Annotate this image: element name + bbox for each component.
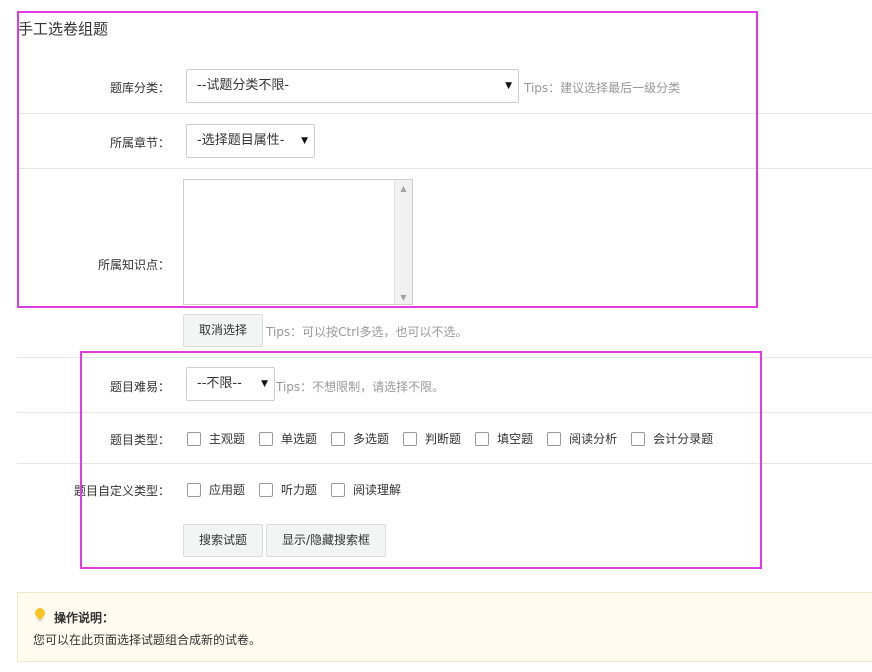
row-divider [17, 463, 872, 464]
dropdown-arrow-icon: ▼ [261, 379, 268, 389]
question-type-option[interactable]: 主观题 [187, 430, 259, 447]
question-type-option[interactable]: 多选题 [331, 430, 403, 447]
row-divider [17, 357, 872, 358]
chapter-label: 所属章节： [109, 136, 170, 150]
question-type-option[interactable]: 会计分录题 [631, 430, 727, 447]
chapter-select-value: -选择题目属性- [197, 133, 285, 148]
custom-type-option[interactable]: 阅读理解 [331, 481, 415, 498]
checkbox[interactable] [331, 431, 346, 446]
question-type-option[interactable]: 填空题 [475, 430, 547, 447]
toggle-search-button[interactable]: 显示/隐藏搜索框 [266, 524, 386, 557]
difficulty-label: 题目难易： [109, 380, 170, 394]
custom-type-group: 应用题 听力题 阅读理解 [187, 481, 415, 498]
dropdown-arrow-icon: ▼ [505, 81, 512, 91]
scroll-up-icon[interactable]: ▲ [395, 184, 412, 193]
clear-tips: Tips：可以按Ctrl多选，也可以不选。 [266, 325, 468, 339]
category-select-value: --试题分类不限- [197, 78, 290, 93]
checkbox[interactable] [547, 431, 562, 446]
checkbox[interactable] [259, 431, 274, 446]
knowledge-scrollbar[interactable]: ▲ ▼ [394, 180, 412, 304]
checkbox[interactable] [187, 482, 201, 497]
row-divider [17, 412, 872, 413]
difficulty-tips: Tips：不想限制，请选择不限。 [276, 380, 445, 394]
difficulty-select-value: --不限-- [197, 376, 242, 391]
clear-selection-button[interactable]: 取消选择 [183, 314, 263, 347]
knowledge-listbox[interactable]: ▲ ▼ [183, 179, 413, 305]
question-type-option[interactable]: 单选题 [259, 430, 331, 447]
lightbulb-icon [35, 608, 45, 622]
question-type-option[interactable]: 阅读分析 [547, 430, 631, 447]
checkbox[interactable] [187, 431, 201, 446]
knowledge-label: 所属知识点： [97, 258, 170, 272]
chapter-select[interactable]: -选择题目属性- ▼ [186, 124, 315, 158]
checkbox[interactable] [331, 482, 346, 497]
row-divider [17, 113, 872, 114]
page-title: 手工选卷组题 [18, 20, 109, 38]
checkbox[interactable] [475, 431, 490, 446]
category-tips: Tips：建议选择最后一级分类 [524, 81, 681, 95]
difficulty-select[interactable]: --不限-- ▼ [186, 367, 275, 401]
custom-type-option[interactable]: 应用题 [187, 481, 259, 498]
category-select[interactable]: --试题分类不限- ▼ [186, 69, 519, 103]
custom-type-option[interactable]: 听力题 [259, 481, 331, 498]
scroll-down-icon[interactable]: ▼ [395, 293, 412, 302]
checkbox[interactable] [631, 431, 646, 446]
row-divider [17, 168, 872, 169]
custom-type-label: 题目自定义类型： [73, 484, 170, 498]
search-questions-button[interactable]: 搜索试题 [183, 524, 263, 557]
checkbox[interactable] [259, 482, 274, 497]
question-type-label: 题目类型： [109, 433, 170, 447]
notice-title: 操作说明： [54, 611, 115, 625]
notice-panel: 操作说明： 您可以在此页面选择试题组合成新的试卷。 [17, 592, 872, 662]
category-label: 题库分类： [109, 81, 170, 95]
checkbox[interactable] [403, 431, 418, 446]
question-type-group: 主观题 单选题 多选题 判断题 填空题 阅读分析 会计分录题 [187, 430, 727, 447]
notice-text: 您可以在此页面选择试题组合成新的试卷。 [33, 633, 262, 647]
dropdown-arrow-icon: ▼ [301, 136, 308, 146]
question-type-option[interactable]: 判断题 [403, 430, 475, 447]
